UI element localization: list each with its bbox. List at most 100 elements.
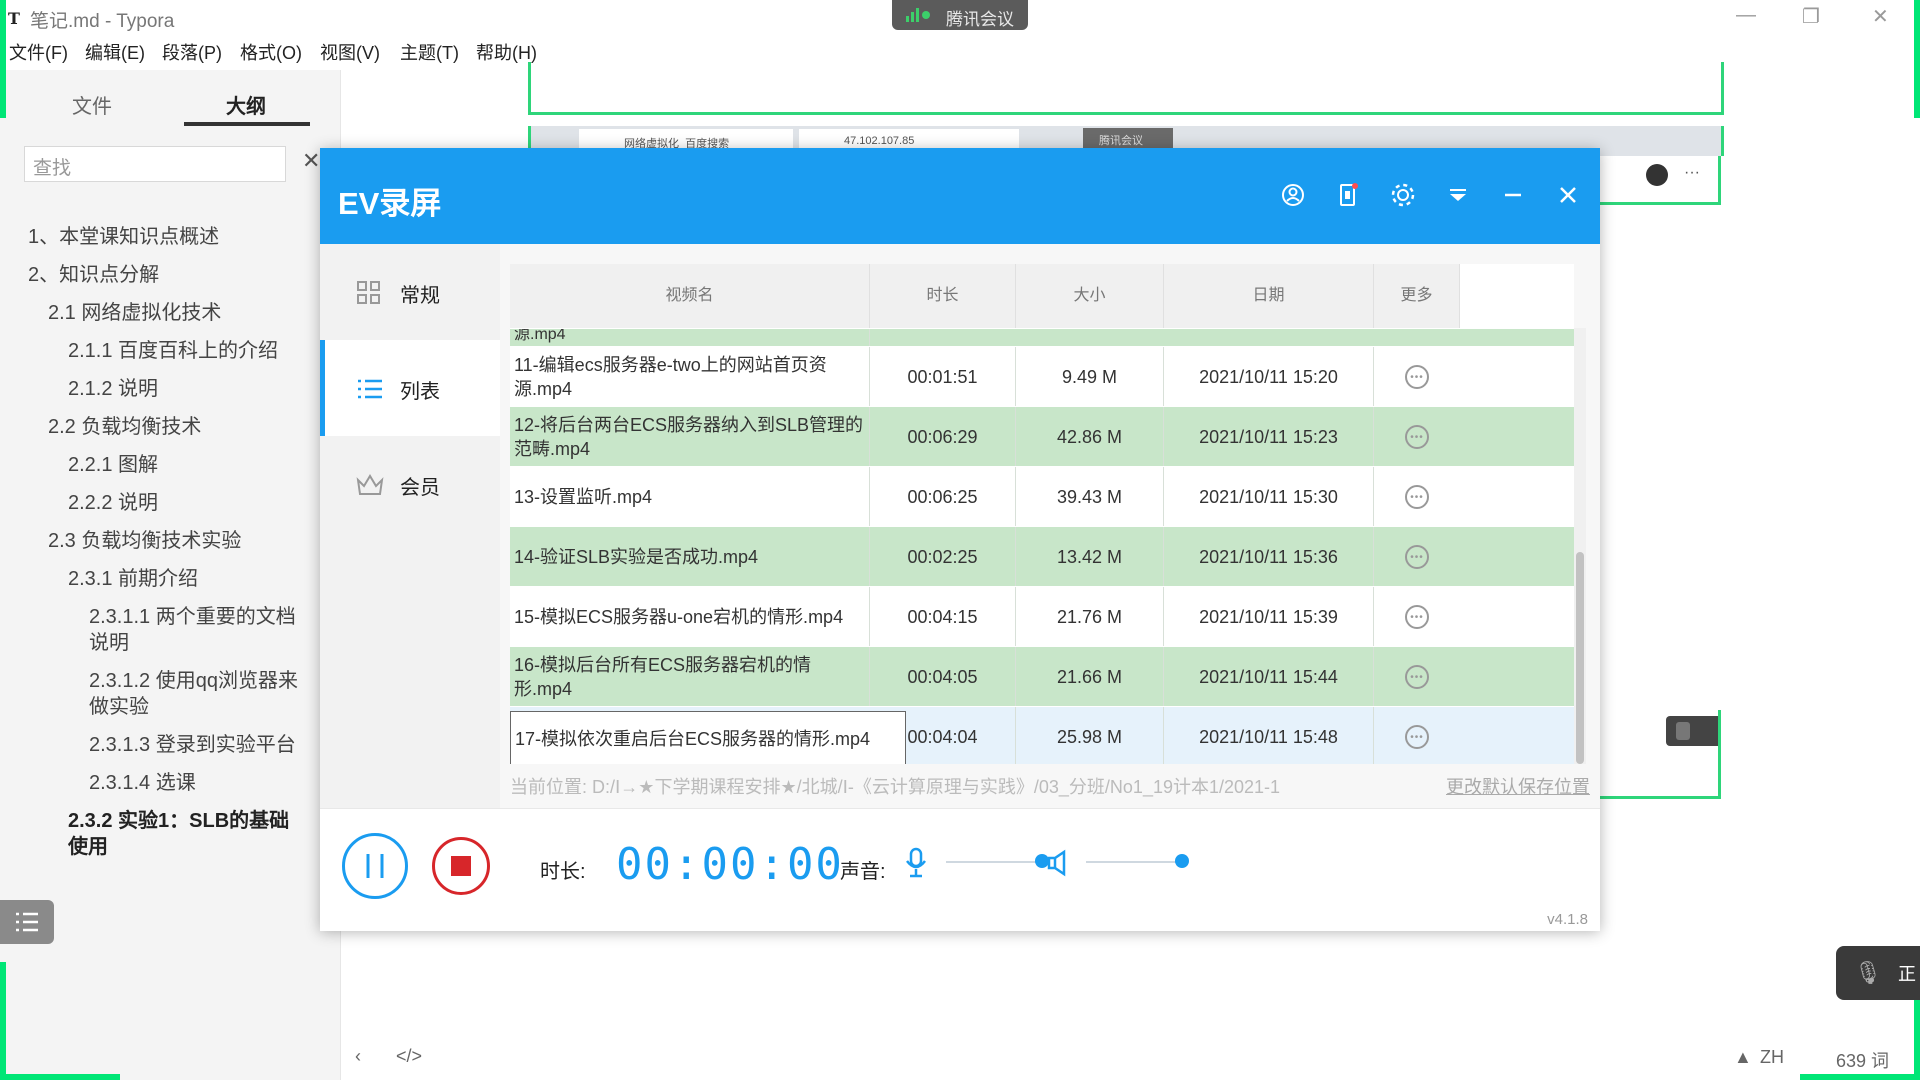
more-options-icon[interactable]: ••• — [1405, 605, 1429, 629]
menu-theme[interactable]: 主题(T) — [400, 39, 459, 65]
outline-item[interactable]: 2.3 负载均衡技术实验 — [48, 528, 241, 554]
table-row[interactable]: 13-设置监听.mp4 00:06:25 39.43 M 2021/10/11 … — [510, 466, 1574, 527]
close-icon[interactable] — [1553, 180, 1583, 210]
video-name-line: 12-将后台两台ECS服务器纳入到SLB管理的 — [514, 415, 864, 435]
menu-file[interactable]: 文件(F) — [9, 39, 68, 65]
typora-app-icon: T — [8, 9, 20, 28]
background-browser-toolbar: ··· — [1600, 156, 1721, 205]
outline-item[interactable]: 2.1.1 百度百科上的介绍 — [68, 338, 278, 364]
user-account-icon[interactable] — [1278, 180, 1308, 210]
floating-meeting-chip[interactable] — [1666, 716, 1718, 746]
video-name-line: 11-编辑ecs服务器e-two上的网站首页资 — [514, 355, 827, 375]
tencent-meeting-chip[interactable]: 腾讯会议 — [892, 0, 1028, 30]
more-icon: ··· — [1684, 164, 1700, 181]
table-row[interactable]: 16-模拟后台所有ECS服务器宕机的情 形.mp4 00:04:05 21.66 … — [510, 646, 1574, 707]
avatar — [1646, 164, 1668, 186]
outline-item[interactable]: 2.3.1 前期介绍 — [68, 566, 198, 592]
floating-mute-chip[interactable]: 🎙 正 — [1836, 946, 1920, 1000]
scrollbar-thumb[interactable] — [1576, 552, 1584, 764]
menu-paragraph[interactable]: 段落(P) — [162, 39, 222, 65]
sidebar-toggle-button[interactable] — [0, 900, 54, 944]
minimize-icon[interactable] — [1498, 180, 1528, 210]
more-options-icon[interactable]: ••• — [1405, 485, 1429, 509]
rename-input[interactable]: 17-模拟依次重启后台ECS服务器的情形.mp4 — [510, 711, 906, 764]
table-row[interactable]: 15-模拟ECS服务器u-one宕机的情形.mp4 00:04:15 21.76… — [510, 586, 1574, 647]
more-options-icon[interactable]: ••• — [1405, 665, 1429, 689]
share-frame-corner — [0, 0, 6, 118]
speaker-slider-handle[interactable] — [1175, 854, 1189, 868]
nav-member[interactable]: 会员 — [320, 436, 500, 532]
outline-item[interactable]: 2.1 网络虚拟化技术 — [48, 300, 221, 326]
outline-item-active[interactable]: 2.3.2 实验1：SLB的基础 — [68, 808, 289, 834]
outline-item[interactable]: 2.3.1.1 两个重要的文档 — [89, 604, 296, 630]
outline-item-continued[interactable]: 说明 — [89, 630, 129, 656]
video-duration: 00:06:29 — [870, 407, 1016, 467]
share-frame-corner — [0, 1074, 120, 1080]
close-search-icon[interactable]: ✕ — [302, 148, 320, 174]
pause-button[interactable] — [342, 833, 408, 899]
outline-item[interactable]: 2.2 负载均衡技术 — [48, 414, 201, 440]
column-header-duration[interactable]: 时长 — [870, 264, 1016, 328]
column-header-name[interactable]: 视频名 — [510, 264, 870, 328]
more-options-icon[interactable]: ••• — [1405, 725, 1429, 749]
duration-label: 时长: — [540, 861, 586, 883]
table-row[interactable]: 14-验证SLB实验是否成功.mp4 00:02:25 13.42 M 2021… — [510, 526, 1574, 587]
tab-outline[interactable]: 大纲 — [226, 90, 266, 119]
word-count[interactable]: 639 词 — [1836, 1047, 1889, 1073]
more-options-icon[interactable]: ••• — [1405, 425, 1429, 449]
menu-edit[interactable]: 编辑(E) — [85, 39, 145, 65]
speaker-volume-slider[interactable] — [1086, 861, 1182, 863]
stop-button[interactable] — [432, 837, 490, 895]
back-arrow-icon[interactable]: ‹ — [355, 1046, 361, 1067]
outline-item[interactable]: 2.3.1.3 登录到实验平台 — [89, 732, 296, 758]
table-scrollbar[interactable] — [1574, 328, 1586, 764]
column-header-size[interactable]: 大小 — [1016, 264, 1164, 328]
close-window-icon[interactable]: ✕ — [1872, 4, 1889, 29]
video-size: 21.76 M — [1016, 587, 1164, 647]
collapse-menu-icon[interactable] — [1443, 180, 1473, 210]
nav-general[interactable]: 常规 — [320, 244, 500, 340]
minimize-icon[interactable]: — — [1736, 4, 1756, 27]
microphone-volume-slider[interactable] — [946, 861, 1042, 863]
more-options-icon[interactable]: ••• — [1405, 545, 1429, 569]
language-indicator[interactable]: ZH — [1760, 1047, 1784, 1068]
table-row-partial[interactable]: 源.mp4 — [510, 328, 1574, 346]
restore-icon[interactable]: ❐ — [1802, 4, 1820, 29]
outline-item-active-continued[interactable]: 使用 — [68, 834, 108, 860]
more-cell: ••• — [1374, 407, 1460, 467]
outline-item-continued[interactable]: 做实验 — [89, 694, 149, 720]
outline-item[interactable]: 2.3.1.4 选课 — [89, 770, 196, 796]
more-options-icon[interactable]: ••• — [1405, 365, 1429, 389]
version-label: v4.1.8 — [1547, 911, 1588, 928]
typora-sidebar: 文件 大纲 查找 ✕ 1、本堂课知识点概述 2、知识点分解 2.1 网络虚拟化技… — [0, 70, 341, 1080]
ev-title: EV录屏 — [338, 186, 442, 221]
outline-item[interactable]: 1、本堂课知识点概述 — [28, 224, 219, 250]
column-header-date[interactable]: 日期 — [1164, 264, 1374, 328]
microphone-icon[interactable] — [904, 847, 928, 879]
menu-format[interactable]: 格式(O) — [240, 39, 302, 65]
source-code-toggle-icon[interactable]: </> — [396, 1046, 422, 1067]
outline-item[interactable]: 2、知识点分解 — [28, 262, 159, 288]
outline-item[interactable]: 2.2.2 说明 — [68, 490, 158, 516]
table-row-selected[interactable]: 17-模拟依次重启后台ECS服务器的情形.mp4 00:04:04 25.98 … — [510, 706, 1574, 764]
device-notification-icon[interactable] — [1333, 180, 1363, 210]
nav-list[interactable]: 列表 — [320, 340, 500, 436]
muted-mic-icon: 🎙 — [1854, 960, 1882, 985]
table-row[interactable]: 11-编辑ecs服务器e-two上的网站首页资 源.mp4 00:01:51 9.… — [510, 346, 1574, 407]
meeting-chip-small: 腾讯会议 — [1083, 128, 1173, 150]
outline-item[interactable]: 2.3.1.2 使用qq浏览器来 — [89, 668, 298, 694]
outline-item[interactable]: 2.2.1 图解 — [68, 452, 158, 478]
menu-view[interactable]: 视图(V) — [320, 39, 380, 65]
tab-files[interactable]: 文件 — [72, 90, 112, 119]
table-row[interactable]: 12-将后台两台ECS服务器纳入到SLB管理的 范畴.mp4 00:06:29 4… — [510, 406, 1574, 467]
video-name: 16-模拟后台所有ECS服务器宕机的情 形.mp4 — [510, 647, 870, 707]
video-name: 15-模拟ECS服务器u-one宕机的情形.mp4 — [510, 587, 870, 647]
settings-gear-icon[interactable] — [1388, 180, 1418, 210]
ev-nav: 常规 列表 会员 — [320, 244, 500, 808]
video-date: 2021/10/11 15:48 — [1164, 707, 1374, 764]
speaker-icon[interactable] — [1046, 849, 1070, 877]
outline-search-input[interactable]: 查找 — [24, 146, 286, 182]
change-save-path-link[interactable]: 更改默认保存位置 — [1442, 773, 1590, 799]
warning-icon[interactable]: ▲ — [1734, 1047, 1752, 1068]
outline-item[interactable]: 2.1.2 说明 — [68, 376, 158, 402]
